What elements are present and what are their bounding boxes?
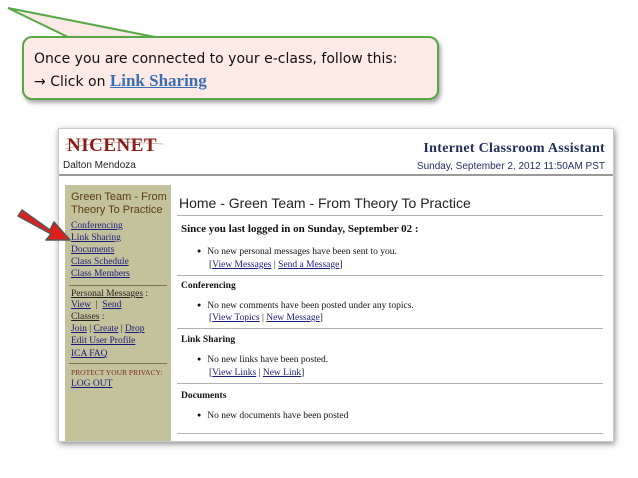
classes-links: Join | Create | Drop (71, 324, 145, 334)
right-arrow-icon: → (34, 74, 46, 90)
view-messages-link[interactable]: View Messages (212, 260, 271, 270)
nicenet-screenshot: NICENET Dalton Mendoza Internet Classroo… (58, 128, 614, 442)
link-sharing-links: [View Links | New Link] (209, 368, 305, 378)
sidebar-create[interactable]: Create (94, 324, 119, 334)
section-divider (177, 383, 603, 384)
send-message-link[interactable]: Send a Message (278, 260, 339, 270)
link-sharing-status: No new links have been posted. (197, 355, 328, 365)
date-time: Sunday, September 2, 2012 11:50AM PST (416, 161, 605, 172)
sidebar-item-class-members[interactable]: Class Members (71, 269, 130, 279)
conferencing-status: No new comments have been posted under a… (197, 301, 414, 311)
messages-links: [View Messages | Send a Message] (209, 260, 343, 270)
callout-link-sharing: Link Sharing (109, 71, 207, 90)
sidebar-item-documents[interactable]: Documents (71, 245, 114, 255)
messages-links: View | Send (71, 300, 122, 310)
sidebar-item-link-sharing[interactable]: Link Sharing (71, 233, 121, 243)
red-pointer-arrow-icon (17, 209, 71, 241)
classes-label: Classes : (71, 312, 105, 322)
callout-line2: → Click on Link Sharing (34, 71, 207, 91)
personal-messages-label: Personal Messages : (71, 289, 149, 299)
nicenet-logo[interactable]: NICENET (67, 135, 157, 157)
user-name: Dalton Mendoza (63, 160, 136, 171)
privacy-note: PROTECT YOUR PRIVACY: (71, 368, 163, 377)
app-title: Internet Classroom Assistant (423, 141, 605, 156)
conferencing-heading: Conferencing (181, 281, 236, 291)
link-sharing-heading: Link Sharing (181, 335, 236, 345)
since-last-login: Since you last logged in on Sunday, Sept… (181, 223, 419, 235)
view-links-link[interactable]: View Links (212, 368, 256, 378)
sidebar-view-messages[interactable]: View (71, 300, 91, 310)
instruction-callout: Once you are connected to your e-class, … (22, 36, 439, 100)
sidebar-drop[interactable]: Drop (125, 324, 145, 334)
sidebar-item-conferencing[interactable]: Conferencing (71, 221, 123, 231)
messages-status: No new personal messages have been sent … (197, 247, 397, 257)
sidebar-logout[interactable]: LOG OUT (71, 379, 112, 389)
section-divider (177, 328, 603, 329)
sidebar-join[interactable]: Join (71, 324, 87, 334)
documents-heading: Documents (181, 391, 227, 401)
view-topics-link[interactable]: View Topics (212, 313, 259, 323)
sidebar-edit-user-profile[interactable]: Edit User Profile (71, 336, 135, 346)
sidebar-class-title: Green Team - From Theory To Practice (71, 191, 167, 216)
new-message-link[interactable]: New Message (266, 313, 320, 323)
section-divider (177, 433, 603, 434)
sidebar-item-class-schedule[interactable]: Class Schedule (71, 257, 129, 267)
sidebar-send-message[interactable]: Send (102, 300, 121, 310)
callout-prefix: Click on (50, 74, 106, 90)
section-divider (177, 275, 603, 276)
title-divider (177, 215, 603, 216)
header-divider (59, 174, 613, 176)
new-link-link[interactable]: New Link (263, 368, 301, 378)
sidebar-divider-2 (69, 363, 167, 364)
documents-status: No new documents have been posted (197, 411, 348, 421)
callout-line1: Once you are connected to your e-class, … (34, 51, 398, 67)
page-title: Home - Green Team - From Theory To Pract… (179, 195, 471, 211)
sidebar-ica-faq[interactable]: ICA FAQ (71, 349, 108, 359)
sidebar: Green Team - From Theory To Practice Con… (65, 185, 171, 441)
sidebar-divider (69, 285, 167, 286)
conferencing-links: [View Topics | New Message] (209, 313, 323, 323)
